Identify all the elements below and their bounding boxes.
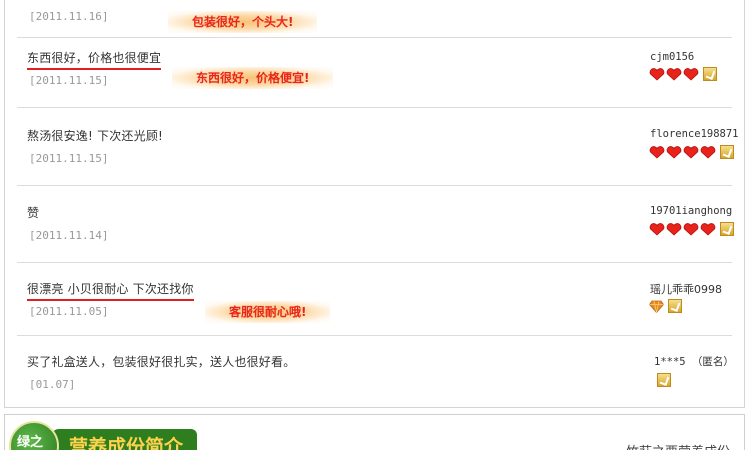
heart-icon — [683, 67, 699, 81]
review-text: 很漂亮 小贝很耐心 下次还找你 — [27, 280, 194, 301]
review-row: 买了礼盒送人，包装很好很扎实，送人也很好看。 [01.07] 1***5 （匿名… — [17, 336, 734, 408]
buyer-rank — [657, 373, 671, 387]
reviewer-name[interactable]: cjm0156 — [650, 51, 694, 63]
review-date: [2011.11.16] — [29, 10, 109, 23]
heart-icon — [666, 222, 682, 236]
vip-icon — [668, 299, 682, 313]
review-row: [2011.11.16] — [17, 0, 732, 38]
review-row: 很漂亮 小贝很耐心 下次还找你 [2011.11.05] 瑶儿乖乖0998 — [17, 263, 732, 336]
review-row: 东西很好，价格也很便宜 [2011.11.15] cjm0156 — [17, 38, 732, 108]
heart-icon — [683, 145, 699, 159]
review-row: 熬汤很安逸! 下次还光顾! [2011.11.15] florence19887… — [17, 108, 739, 186]
heart-icon — [700, 222, 716, 236]
review-date: [01.07] — [29, 378, 76, 391]
heart-icon — [666, 67, 682, 81]
reviewer-name[interactable]: 1***5 （匿名） — [654, 354, 734, 369]
heart-icon — [700, 145, 716, 159]
buyer-rank — [649, 299, 682, 313]
vip-icon — [720, 145, 734, 159]
heart-icon — [683, 222, 699, 236]
brand-logo-text: 绿之 — [17, 435, 44, 450]
review-text: 赞 — [27, 206, 40, 220]
buyer-rank — [649, 67, 717, 81]
section-title: 营养成份简介 — [69, 436, 184, 450]
diamond-icon — [649, 300, 664, 313]
brand-logo: 绿之 — [9, 421, 59, 450]
review-row: 赞 [2011.11.14] 19701ianghong — [17, 186, 734, 263]
reviewer-name[interactable]: 瑶儿乖乖0998 — [650, 281, 722, 297]
vip-icon — [703, 67, 717, 81]
annotation-note: 包装很好，个头大! — [168, 11, 318, 33]
nutrition-section-header: 营养成份简介 绿之 竹荪之栗营养成份 — [4, 414, 745, 450]
review-text: 买了礼盒送人，包装很好很扎实，送人也很好看。 — [27, 355, 296, 369]
annotation-note: 客服很耐心哦! — [205, 301, 331, 323]
section-side-text: 竹荪之栗营养成份 — [626, 441, 730, 450]
review-text: 东西很好，价格也很便宜 — [27, 49, 162, 70]
annotation-note: 东西很好，价格便宜! — [172, 67, 334, 89]
review-date: [2011.11.14] — [29, 229, 109, 242]
review-date: [2011.11.05] — [29, 305, 109, 318]
vip-icon — [720, 222, 734, 236]
heart-icon — [649, 145, 665, 159]
heart-icon — [649, 67, 665, 81]
reviewer-name[interactable]: florence198871 — [650, 128, 739, 140]
review-date: [2011.11.15] — [29, 152, 109, 165]
buyer-rank — [649, 145, 734, 159]
reviews-panel: [2011.11.16] 东西很好，价格也很便宜 [2011.11.15] cj… — [4, 0, 745, 408]
heart-icon — [666, 145, 682, 159]
review-date: [2011.11.15] — [29, 74, 109, 87]
buyer-rank — [649, 222, 734, 236]
reviewer-name[interactable]: 19701ianghong — [650, 205, 732, 217]
vip-icon — [657, 373, 671, 387]
section-title-tab: 营养成份简介 — [51, 429, 197, 450]
review-text: 熬汤很安逸! 下次还光顾! — [27, 129, 164, 143]
heart-icon — [649, 222, 665, 236]
